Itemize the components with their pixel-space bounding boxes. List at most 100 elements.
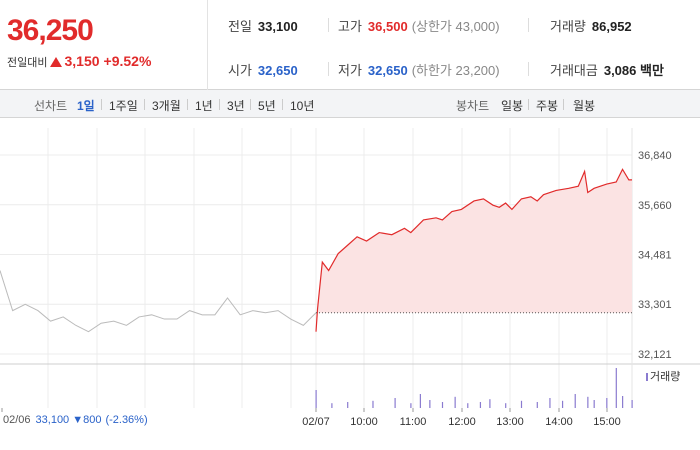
volume-bar: [587, 396, 589, 408]
candle-daily[interactable]: 일봉: [501, 97, 523, 114]
upper-limit: (상한가 43,000): [411, 19, 500, 34]
intraday-chart[interactable]: 36,840 35,660 34,481 33,301 32,121 02/07 10:0…: [0, 118, 700, 450]
divider: [528, 62, 529, 76]
change-value: 3,150: [64, 53, 100, 69]
down-triangle-icon: ▼: [72, 414, 83, 426]
candle-weekly[interactable]: 주봉: [536, 97, 558, 114]
candle-monthly[interactable]: 월봉: [573, 97, 595, 114]
stat-prev-close: 전일 33,100: [228, 16, 298, 35]
y-tick-label: 33,301: [638, 299, 672, 311]
change-percent: +9.52%: [103, 53, 152, 69]
y-tick-label: 34,481: [638, 249, 672, 261]
y-axis: 36,840 35,660 34,481 33,301 32,121: [638, 150, 672, 361]
volume-bar: [520, 400, 523, 408]
stat-label: 거래대금: [550, 63, 598, 78]
prev-day-line: [0, 270, 317, 333]
stat-label: 고가: [338, 19, 362, 34]
prev-caption-pct: (-2.36%): [105, 414, 147, 426]
today-area-fill: [316, 169, 632, 332]
volume-bar: [331, 403, 333, 408]
period-10y[interactable]: 10년: [290, 97, 314, 114]
x-tick-label: 15:00: [593, 416, 621, 428]
divider: [101, 99, 102, 110]
x-tick-label: 02/07: [302, 416, 330, 428]
volume-legend-swatch: [646, 373, 648, 381]
volume-bar: [410, 403, 412, 408]
volume-bar: [441, 402, 444, 408]
stat-label: 저가: [338, 63, 362, 78]
volume-bar: [593, 400, 595, 408]
volume-panel: [315, 368, 633, 408]
volume-bar: [489, 399, 491, 408]
volume-legend: 거래량: [650, 370, 680, 383]
volume-bar: [622, 396, 624, 408]
x-tick-label: 14:00: [545, 416, 573, 428]
period-1w[interactable]: 1주일: [109, 97, 138, 114]
stat-high: 고가 36,500 (상한가 43,000): [338, 16, 500, 35]
period-3y[interactable]: 3년: [227, 97, 245, 114]
change-row: 전일대비 3,150 +9.52%: [7, 53, 151, 70]
today-area: [316, 169, 632, 332]
up-triangle-icon: [50, 57, 63, 67]
volume-bar: [606, 398, 608, 408]
price-header: 36,250 전일대비 3,150 +9.52% 전일 33,100 고가 36,500…: [0, 0, 700, 90]
prev-caption-price: 33,100: [36, 414, 70, 426]
period-3m[interactable]: 3개월: [152, 97, 181, 114]
stat-value: 36,500: [367, 19, 408, 34]
x-tick-label: 11:00: [400, 416, 427, 428]
divider: [219, 99, 220, 110]
volume-bar: [429, 400, 431, 408]
volume-bar: [372, 400, 374, 408]
stat-value: 86,952: [591, 19, 632, 34]
stat-label: 시가: [228, 63, 252, 78]
divider: [328, 62, 329, 76]
divider: [144, 99, 145, 110]
period-1d[interactable]: 1일: [77, 97, 95, 114]
stat-label: 전일: [228, 19, 252, 34]
x-tick-label: 10:00: [350, 416, 378, 428]
stat-trade-value: 거래대금 3,086 백만: [550, 60, 664, 79]
stat-volume: 거래량 86,952: [550, 16, 632, 35]
prev-day-caption: 02/06 33,100 ▼800 (-2.36%): [3, 414, 148, 426]
volume-bar: [394, 398, 396, 408]
line-chart-label: 선차트: [34, 99, 68, 113]
volume-bar: [315, 390, 317, 408]
volume-bar: [467, 403, 469, 408]
volume-bar: [631, 400, 633, 408]
change-label: 전일대비: [7, 57, 48, 69]
prev-day-series: [0, 270, 317, 333]
stat-value: 32,650: [367, 63, 408, 78]
prev-caption-change: 800: [83, 414, 101, 426]
divider: [563, 99, 564, 110]
period-1y[interactable]: 1년: [195, 97, 213, 114]
volume-bar: [615, 368, 617, 408]
volume-bar: [347, 402, 349, 408]
period-5y[interactable]: 5년: [258, 97, 276, 114]
candle-chart-label: 봉차트: [456, 99, 490, 113]
stat-value: 32,650: [257, 63, 298, 78]
volume-bar: [454, 396, 456, 408]
x-tick-label: 13:00: [496, 416, 524, 428]
volume-bar: [505, 403, 507, 408]
chart-canvas[interactable]: 36,840 35,660 34,481 33,301 32,121 02/07 10:0…: [0, 118, 700, 450]
volume-bar: [549, 398, 551, 408]
volume-bar: [479, 402, 482, 408]
divider: [328, 18, 329, 32]
divider: [282, 99, 283, 110]
stat-value: 33,100: [257, 19, 298, 34]
stat-value: 3,086 백만: [603, 63, 664, 78]
chart-toolbar: 선차트 1일 1주일 3개월 1년 3년 5년 10년 봉차트 일봉 주봉 월봉: [0, 90, 700, 118]
volume-bar: [574, 394, 576, 408]
stat-low: 저가 32,650 (하한가 23,200): [338, 60, 500, 79]
y-tick-label: 32,121: [638, 349, 672, 361]
lower-limit: (하한가 23,200): [411, 63, 500, 78]
y-tick-label: 35,660: [638, 200, 672, 212]
volume-bar: [419, 394, 421, 408]
stat-open: 시가 32,650: [228, 60, 298, 79]
current-price: 36,250: [7, 14, 94, 47]
divider: [528, 18, 529, 32]
divider: [187, 99, 188, 110]
y-tick-label: 36,840: [638, 150, 672, 162]
price-summary: 36,250 전일대비 3,150 +9.52%: [0, 0, 208, 90]
prev-caption-date: 02/06: [3, 414, 31, 426]
